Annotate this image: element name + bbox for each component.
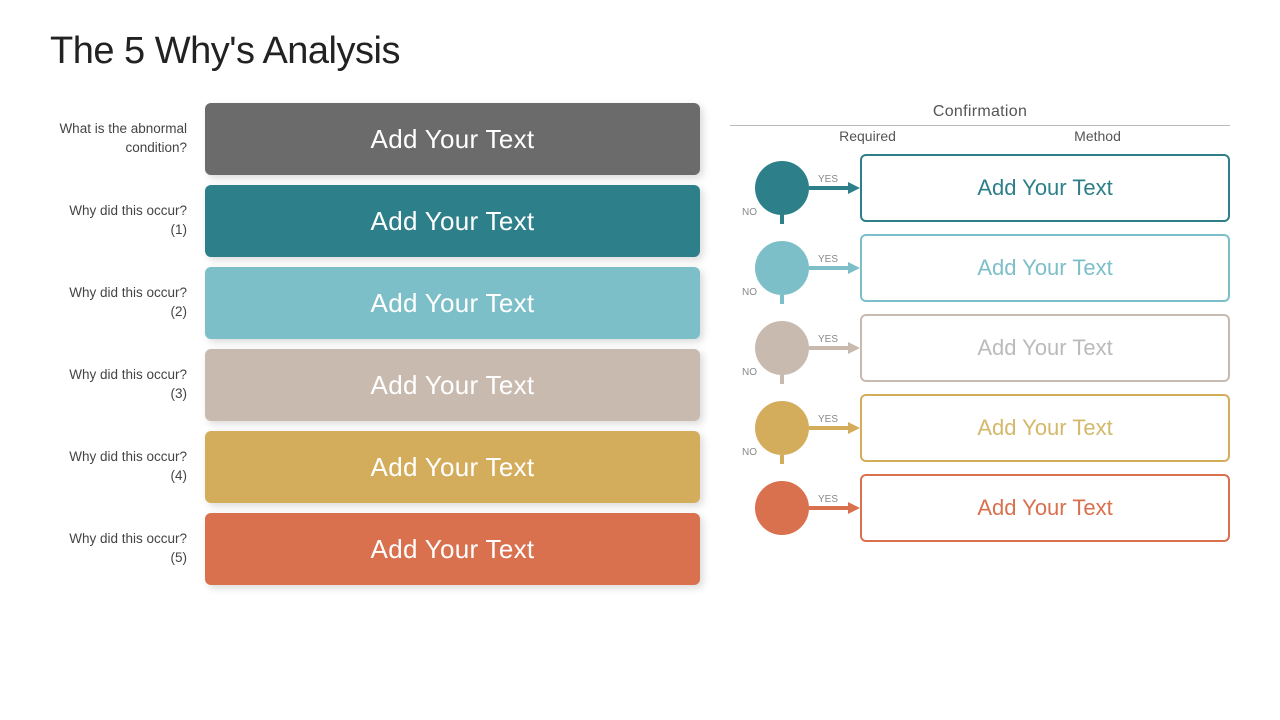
no-label-2: NO — [742, 367, 757, 378]
row-label-5: Why did this occur? (5) — [50, 530, 205, 568]
row-box-2[interactable]: Add Your Text — [205, 267, 700, 339]
row-label-1: Why did this occur? (1) — [50, 202, 205, 240]
main-content: What is the abnormal condition? Add Your… — [50, 103, 1230, 595]
circle-area-1: NO YES — [730, 232, 860, 304]
row-box-0[interactable]: Add Your Text — [205, 103, 700, 175]
left-row-1: Why did this occur? (1) Add Your Text — [50, 185, 700, 257]
row-box-4[interactable]: Add Your Text — [205, 431, 700, 503]
confirmation-header: Confirmation Required Method — [730, 103, 1230, 144]
circle-svg-4: YES — [730, 472, 860, 544]
conf-box-1[interactable]: Add Your Text — [860, 234, 1230, 302]
left-row-4: Why did this occur? (4) Add Your Text — [50, 431, 700, 503]
conf-cols: Required Method — [730, 128, 1230, 144]
row-box-1[interactable]: Add Your Text — [205, 185, 700, 257]
row-label-3: Why did this occur? (3) — [50, 366, 205, 404]
page-title: The 5 Why's Analysis — [50, 30, 1230, 73]
conf-box-3[interactable]: Add Your Text — [860, 394, 1230, 462]
conf-row-1: NO YES Add Your Text — [730, 232, 1230, 304]
row-label-4: Why did this occur? (4) — [50, 448, 205, 486]
conf-rows: NO YES Add Your Text NO — [730, 152, 1230, 544]
svg-text:YES: YES — [818, 414, 838, 425]
right-panel: Confirmation Required Method NO YES — [700, 103, 1230, 595]
no-label-3: NO — [742, 447, 757, 458]
svg-text:YES: YES — [818, 334, 838, 345]
conf-row-0: NO YES Add Your Text — [730, 152, 1230, 224]
left-row-3: Why did this occur? (3) Add Your Text — [50, 349, 700, 421]
svg-text:YES: YES — [818, 174, 838, 185]
row-label-2: Why did this occur? (2) — [50, 284, 205, 322]
row-box-5[interactable]: Add Your Text — [205, 513, 700, 585]
left-row-0: What is the abnormal condition? Add Your… — [50, 103, 700, 175]
left-row-5: Why did this occur? (5) Add Your Text — [50, 513, 700, 585]
confirmation-title: Confirmation — [730, 103, 1230, 121]
conf-box-2[interactable]: Add Your Text — [860, 314, 1230, 382]
conf-row-3: NO YES Add Your Text — [730, 392, 1230, 464]
col-required: Required — [839, 128, 896, 144]
circle-area-0: NO YES — [730, 152, 860, 224]
left-panel: What is the abnormal condition? Add Your… — [50, 103, 700, 595]
left-row-2: Why did this occur? (2) Add Your Text — [50, 267, 700, 339]
no-label-0: NO — [742, 207, 757, 218]
conf-box-4[interactable]: Add Your Text — [860, 474, 1230, 542]
row-box-3[interactable]: Add Your Text — [205, 349, 700, 421]
circle-area-3: NO YES — [730, 392, 860, 464]
svg-text:YES: YES — [818, 254, 838, 265]
circle-area-2: NO YES — [730, 312, 860, 384]
circle-area-4: YES — [730, 472, 860, 544]
page: The 5 Why's Analysis What is the abnorma… — [0, 0, 1280, 720]
col-method: Method — [1074, 128, 1121, 144]
svg-text:YES: YES — [818, 494, 838, 505]
conf-box-0[interactable]: Add Your Text — [860, 154, 1230, 222]
conf-row-2: NO YES Add Your Text — [730, 312, 1230, 384]
no-label-1: NO — [742, 287, 757, 298]
conf-row-4: YES Add Your Text — [730, 472, 1230, 544]
row-label-0: What is the abnormal condition? — [50, 120, 205, 158]
